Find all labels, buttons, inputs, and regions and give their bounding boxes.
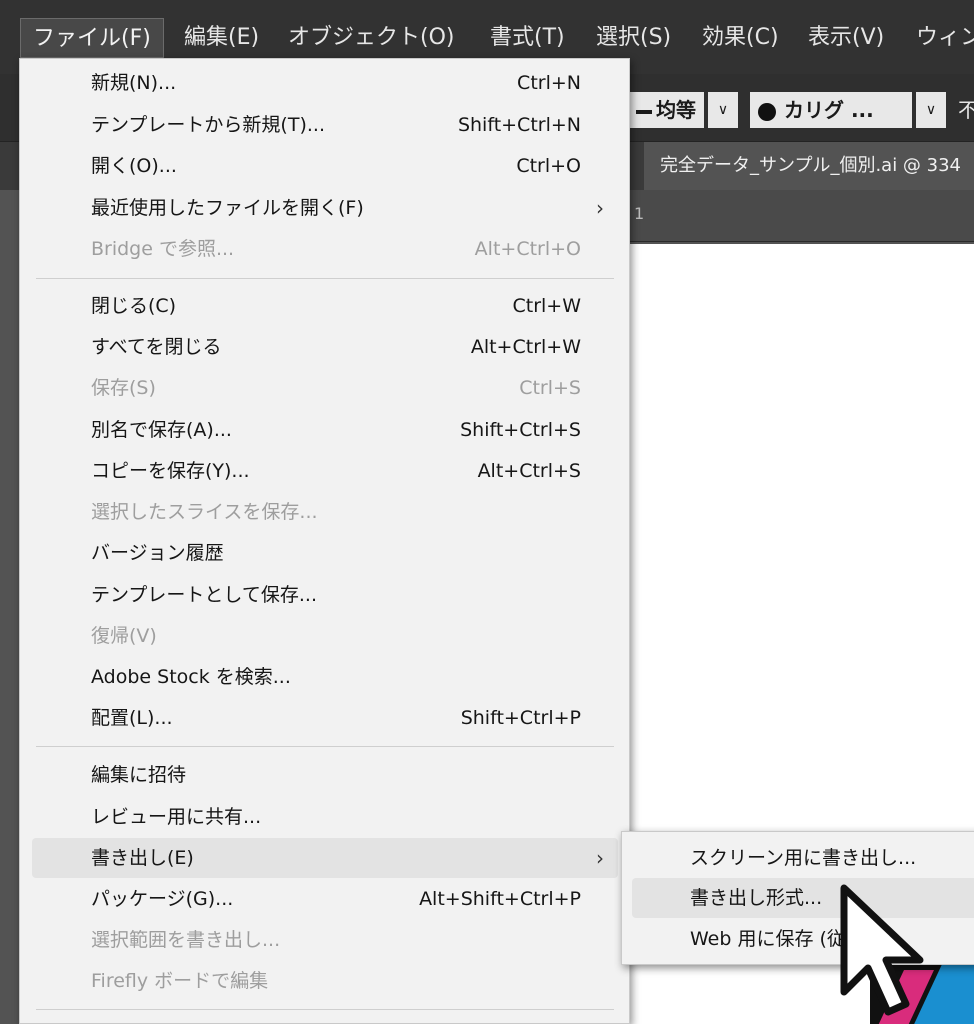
stroke-profile-select[interactable]: 均等	[630, 92, 704, 128]
menu-item-place[interactable]: 配置(L)... Shift+Ctrl+P	[32, 698, 618, 738]
brush-select[interactable]: カリグ ...	[750, 92, 912, 128]
menu-item-search-adobe-stock[interactable]: Adobe Stock を検索...	[32, 657, 618, 697]
file-menu: 新規(N)... Ctrl+N テンプレートから新規(T)... Shift+Ctr…	[19, 58, 630, 1024]
menu-item-open-recent[interactable]: 最近使用したファイルを開く(F) ›	[32, 188, 618, 228]
brush-dot-icon	[758, 102, 776, 121]
illustrator-window: ファイル(F) 編集(E) オブジェクト(O) 書式(T) 選択(S) 効果(C…	[0, 0, 974, 1024]
menu-item-save-template[interactable]: テンプレートとして保存...	[32, 575, 618, 615]
stroke-line-icon	[636, 109, 652, 114]
menu-window[interactable]: ウィン	[904, 18, 974, 58]
menu-edit[interactable]: 編集(E)	[172, 18, 271, 58]
menu-item-version-history[interactable]: バージョン履歴	[32, 533, 618, 573]
menu-item-save-slices: 選択したスライスを保存...	[91, 501, 318, 523]
menu-item-export[interactable]: 書き出し(E) ›	[32, 838, 618, 878]
menu-item-new[interactable]: 新規(N)... Ctrl+N	[32, 63, 618, 103]
stroke-profile-value: 均等	[656, 98, 696, 122]
menu-item-new-from-template[interactable]: テンプレートから新規(T)... Shift+Ctrl+N	[32, 105, 618, 145]
menu-item-export-selection: 選択範囲を書き出し...	[91, 929, 281, 951]
menu-item-revert: 復帰(V)	[91, 625, 157, 647]
menu-item-browse-bridge: Bridge で参照... Alt+Ctrl+O	[91, 238, 581, 260]
menu-item-save: 保存(S) Ctrl+S	[91, 377, 581, 399]
menu-select[interactable]: 選択(S)	[584, 18, 683, 58]
menu-view[interactable]: 表示(V)	[796, 18, 896, 58]
brush-value: カリグ ...	[784, 98, 874, 122]
menu-effect[interactable]: 効果(C)	[690, 18, 791, 58]
stroke-profile-chevron-down-icon[interactable]: ∨	[708, 92, 738, 128]
menu-item-share-for-review[interactable]: レビュー用に共有...	[32, 797, 618, 837]
menu-item-open[interactable]: 開く(O)... Ctrl+O	[32, 146, 618, 186]
menu-item-edit-in-firefly-boards: Firefly ボードで編集	[91, 970, 269, 992]
menu-item-close-all[interactable]: すべてを閉じる Alt+Ctrl+W	[32, 327, 618, 367]
menu-object[interactable]: オブジェクト(O)	[276, 18, 466, 58]
brush-chevron-down-icon[interactable]: ∨	[916, 92, 946, 128]
ruler	[630, 190, 974, 242]
menu-separator	[36, 746, 614, 747]
menu-separator	[36, 1009, 614, 1010]
chevron-right-icon: ›	[596, 196, 604, 220]
menu-item-close[interactable]: 閉じる(C) Ctrl+W	[32, 286, 618, 326]
mouse-pointer-icon	[840, 884, 924, 1016]
menu-item-save-as[interactable]: 別名で保存(A)... Shift+Ctrl+S	[32, 410, 618, 450]
submenu-item-export-for-screens[interactable]: スクリーン用に書き出し...	[632, 838, 974, 878]
ruler-number: 1	[634, 204, 645, 223]
menu-item-package[interactable]: パッケージ(G)... Alt+Shift+Ctrl+P	[32, 879, 618, 919]
menu-type[interactable]: 書式(T)	[478, 18, 577, 58]
opacity-label: 不	[958, 98, 974, 122]
document-tab[interactable]: 完全データ_サンプル_個別.ai @ 334	[644, 142, 974, 190]
menu-item-save-copy[interactable]: コピーを保存(Y)... Alt+Ctrl+S	[32, 451, 618, 491]
menu-file[interactable]: ファイル(F)	[20, 18, 164, 58]
menu-separator	[36, 278, 614, 279]
menu-item-invite-to-edit[interactable]: 編集に招待	[32, 755, 618, 795]
chevron-right-icon: ›	[596, 846, 604, 870]
